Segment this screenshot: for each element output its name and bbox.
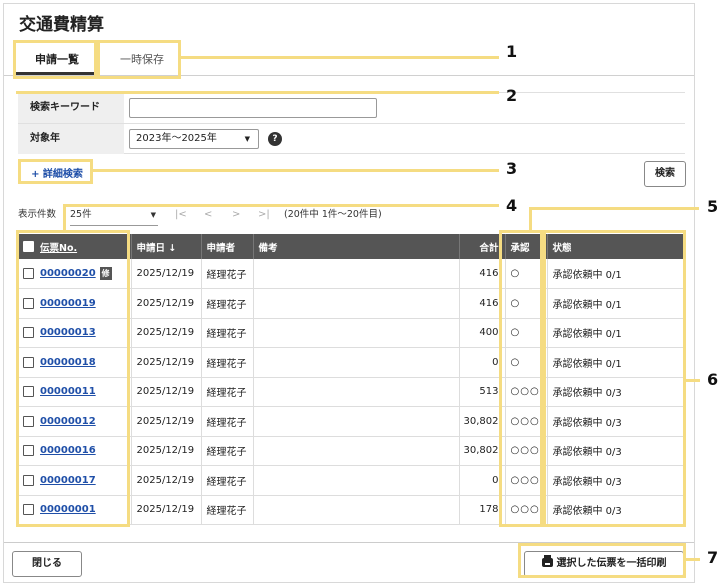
- cell-remarks: [252, 406, 459, 437]
- cell-remarks: [252, 465, 459, 496]
- callout-line-1: [181, 56, 499, 59]
- cell-applicant: 経理花子: [200, 347, 253, 378]
- cell-applicant: 経理花子: [200, 406, 253, 437]
- cell-remarks: [252, 318, 459, 348]
- question-circle-icon[interactable]: ?: [268, 132, 282, 146]
- cell-date: 2025/12/19: [130, 347, 201, 378]
- keyword-label: 検索キーワード: [18, 93, 124, 123]
- page-size-value: 25件: [70, 209, 92, 220]
- cell-applicant: 経理花子: [200, 259, 253, 289]
- close-button[interactable]: 閉じる: [12, 551, 82, 577]
- cell-remarks: [252, 347, 459, 378]
- header-applicant[interactable]: 申請者: [200, 234, 253, 259]
- header-remarks[interactable]: 備考: [252, 234, 459, 259]
- page-title: 交通費精算: [19, 15, 104, 35]
- callout-line-4-v: [63, 204, 66, 230]
- highlight-doc-no-column: [16, 230, 130, 527]
- annotation-3: 3: [506, 159, 518, 178]
- cell-applicant: 経理花子: [200, 288, 253, 319]
- chevron-down-icon: ▼: [244, 135, 250, 143]
- page-size-label: 表示件数: [18, 209, 57, 220]
- cell-remarks: [252, 259, 459, 289]
- cell-remarks: [252, 436, 459, 466]
- year-value: 2023年〜2025年: [136, 133, 217, 144]
- callout-line-2: [16, 91, 499, 94]
- search-form: 検索キーワード 対象年 2023年〜2025年 ▼ ?: [18, 92, 685, 154]
- header-date[interactable]: 申請日 ↓: [130, 234, 201, 259]
- prev-page-icon[interactable]: <: [204, 206, 212, 224]
- cell-date: 2025/12/19: [130, 465, 201, 496]
- annotation-2: 2: [506, 86, 518, 105]
- keyword-row: 検索キーワード: [18, 92, 685, 123]
- cell-applicant: 経理花子: [200, 495, 253, 525]
- cell-date: 2025/12/19: [130, 406, 201, 437]
- highlight-tab-list: [13, 40, 97, 79]
- cell-applicant: 経理花子: [200, 318, 253, 348]
- cell-date: 2025/12/19: [130, 436, 201, 466]
- search-button[interactable]: 検索: [644, 161, 686, 187]
- page-size-select[interactable]: 25件 ▼: [70, 206, 158, 226]
- year-label: 対象年: [18, 124, 124, 154]
- chevron-down-icon: ▼: [150, 211, 156, 219]
- cell-date: 2025/12/19: [130, 288, 201, 319]
- callout-line-5: [529, 207, 699, 210]
- annotation-4: 4: [506, 196, 518, 215]
- highlight-print-button: [518, 543, 686, 578]
- year-select[interactable]: 2023年〜2025年 ▼: [129, 129, 259, 149]
- next-page-icon[interactable]: >: [232, 206, 240, 224]
- callout-line-4: [63, 204, 499, 207]
- keyword-input[interactable]: [129, 98, 377, 118]
- annotation-7: 7: [707, 548, 719, 567]
- sort-down-icon: ↓: [168, 242, 177, 254]
- annotation-1: 1: [506, 42, 518, 61]
- highlight-detail-search: [18, 159, 93, 184]
- cell-date: 2025/12/19: [130, 377, 201, 407]
- first-page-icon[interactable]: |<: [175, 206, 187, 224]
- callout-line-3: [93, 169, 499, 172]
- cell-applicant: 経理花子: [200, 465, 253, 496]
- cell-remarks: [252, 288, 459, 319]
- callout-line-7: [686, 558, 700, 561]
- annotation-6: 6: [707, 370, 719, 389]
- annotation-5: 5: [707, 197, 719, 216]
- cell-date: 2025/12/19: [130, 259, 201, 289]
- cell-applicant: 経理花子: [200, 377, 253, 407]
- cell-applicant: 経理花子: [200, 436, 253, 466]
- year-row: 対象年 2023年〜2025年 ▼ ?: [18, 123, 685, 154]
- last-page-icon[interactable]: >|: [258, 206, 270, 224]
- highlight-status-column: [543, 230, 686, 527]
- cell-date: 2025/12/19: [130, 318, 201, 348]
- callout-line-5-v: [529, 207, 532, 230]
- page-info: (20件中 1件〜20件目): [284, 209, 382, 220]
- highlight-approval-column: [499, 230, 543, 527]
- cell-date: 2025/12/19: [130, 495, 201, 525]
- callout-line-6: [686, 379, 700, 382]
- cell-remarks: [252, 495, 459, 525]
- cell-remarks: [252, 377, 459, 407]
- highlight-tab-draft: [97, 40, 181, 79]
